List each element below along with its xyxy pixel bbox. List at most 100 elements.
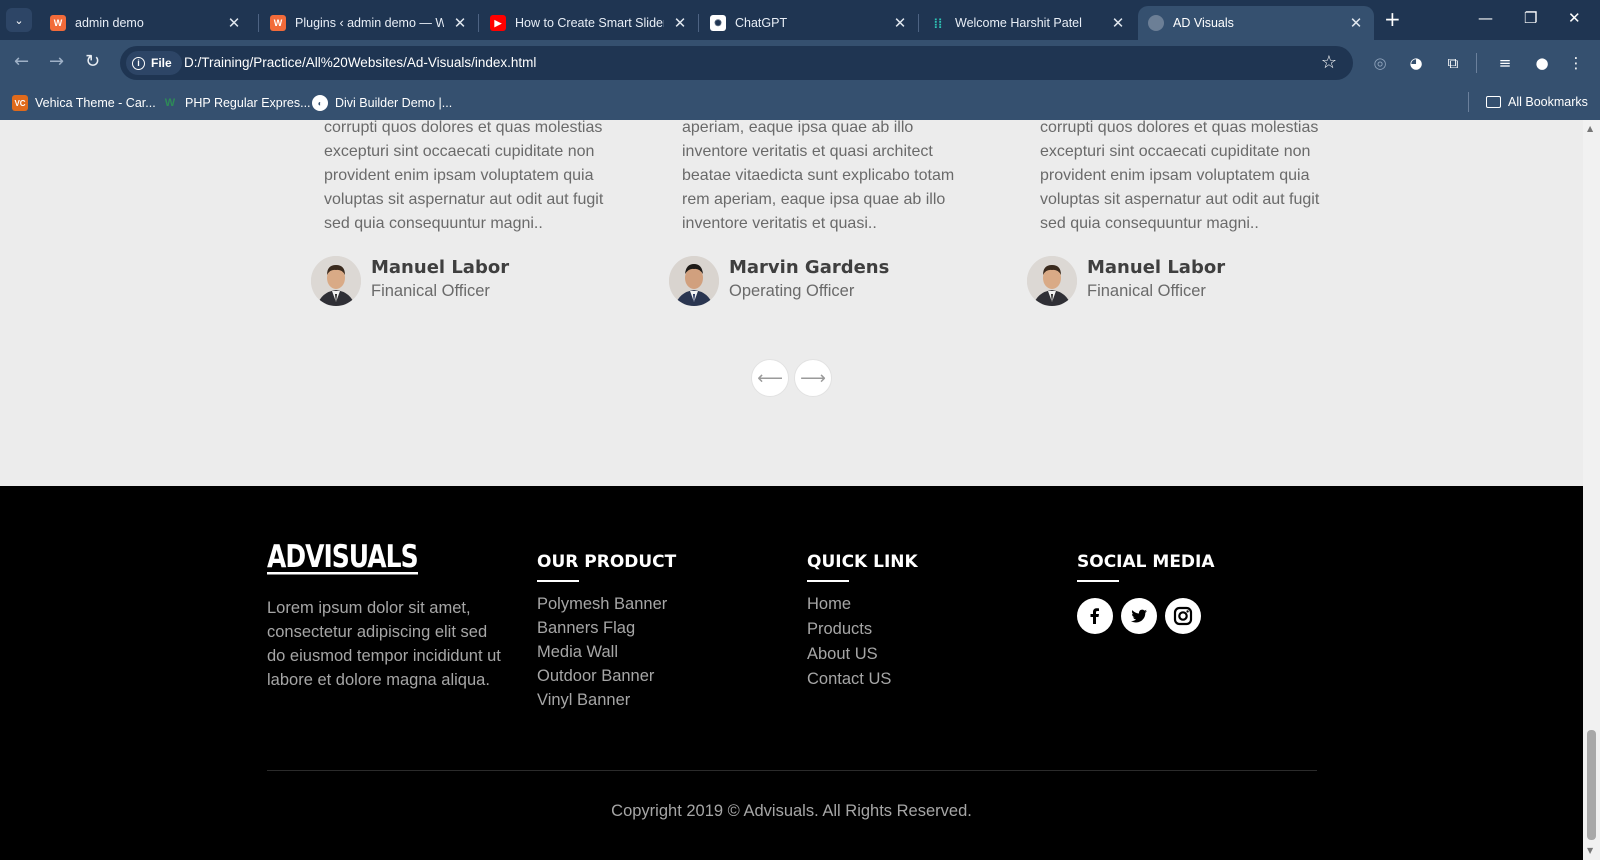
footer-product-link[interactable]: Banners Flag <box>537 616 667 640</box>
site-info-button[interactable]: i File <box>126 51 182 75</box>
testimonial-role: Finanical Officer <box>371 282 490 300</box>
slider-prev-button[interactable]: ⟵ <box>751 359 789 397</box>
extension-logo-icon[interactable]: ◕ <box>1406 53 1426 73</box>
footer-products-list: Polymesh Banner Banners Flag Media Wall … <box>537 592 667 712</box>
tab-divider <box>698 14 699 32</box>
instagram-button[interactable] <box>1165 598 1201 634</box>
media-queue-icon[interactable]: ≡ <box>1495 53 1515 73</box>
footer-product-link[interactable]: Media Wall <box>537 640 667 664</box>
tab-title: admin demo <box>75 16 144 30</box>
footer-about-text: Lorem ipsum dolor sit amet, consectetur … <box>267 599 501 689</box>
bookmark-label: Vehica Theme - Car... <box>35 96 156 110</box>
minimize-button[interactable]: — <box>1478 9 1493 27</box>
page-scrollbar[interactable]: ▲ ▼ <box>1583 120 1600 860</box>
scroll-down-icon[interactable]: ▼ <box>1587 846 1593 855</box>
tab-title: Plugins ‹ admin demo — Wo <box>295 16 444 30</box>
testimonial-role: Operating Officer <box>729 282 855 300</box>
avatar <box>669 256 719 306</box>
bookmark-vehica[interactable]: VC Vehica Theme - Car... <box>12 95 156 111</box>
youtube-icon: ▶ <box>490 15 506 31</box>
footer-quick-link[interactable]: Products <box>807 617 891 642</box>
footer-quick-link[interactable]: About US <box>807 642 891 667</box>
footer-products-title: OUR PRODUCT <box>537 552 677 572</box>
testimonial-name: Marvin Gardens <box>729 257 890 278</box>
tab-divider <box>918 14 919 32</box>
title-underline <box>1077 580 1119 582</box>
avatar <box>1027 256 1077 306</box>
all-bookmarks-button[interactable]: All Bookmarks <box>1486 95 1588 109</box>
testimonial-quote: aperiam, eaque ipsa quae ab illo invento… <box>682 120 955 232</box>
bookmark-php-regex[interactable]: W PHP Regular Expres... <box>162 95 311 111</box>
app-icon: ⁞⁞ <box>933 15 943 31</box>
bookmark-star-icon[interactable]: ☆ <box>1321 52 1337 73</box>
globe-icon <box>1148 15 1164 31</box>
menu-kebab-icon[interactable]: ⋮ <box>1566 53 1586 73</box>
footer-product-link[interactable]: Outdoor Banner <box>537 664 667 688</box>
divi-icon: ◐ <box>312 95 328 111</box>
testimonials-section: corrupti quos dolores et quas molestias … <box>0 120 1583 486</box>
close-icon[interactable]: ✕ <box>892 14 908 32</box>
tab-welcome[interactable]: ⁞⁞ Welcome Harshit Patel ✕ <box>920 6 1136 40</box>
footer-product-link[interactable]: Vinyl Banner <box>537 688 667 712</box>
close-icon[interactable]: ✕ <box>226 14 242 32</box>
tab-title: AD Visuals <box>1173 16 1234 30</box>
arrow-right-icon: ⟶ <box>800 367 826 389</box>
info-icon: i <box>132 56 145 70</box>
browser-toolbar: ← → ↻ i File D:/Training/Practice/All%20… <box>0 40 1600 86</box>
scroll-thumb[interactable] <box>1587 730 1596 840</box>
tab-admin-demo[interactable]: W admin demo ✕ <box>40 6 252 40</box>
restore-button[interactable]: ❐ <box>1524 9 1537 27</box>
footer-product-link[interactable]: Polymesh Banner <box>537 592 667 616</box>
tab-strip: ⌄ W admin demo ✕ W Plugins ‹ admin demo … <box>0 0 1600 40</box>
reload-button[interactable]: ↻ <box>85 53 100 71</box>
tab-chatgpt[interactable]: ✺ ChatGPT ✕ <box>700 6 918 40</box>
profile-avatar-icon[interactable]: ● <box>1532 53 1552 73</box>
forward-button[interactable]: → <box>49 53 64 71</box>
extensions-puzzle-icon[interactable]: ⧉ <box>1443 53 1463 73</box>
footer-quick-link[interactable]: Contact US <box>807 667 891 692</box>
tab-youtube[interactable]: ▶ How to Create Smart Slider i ✕ <box>480 6 698 40</box>
tab-ad-visuals[interactable]: AD Visuals ✕ <box>1138 6 1374 40</box>
close-icon[interactable]: ✕ <box>1348 14 1364 32</box>
bookmark-divi[interactable]: ◐ Divi Builder Demo |... <box>312 95 452 111</box>
arrow-left-icon: ⟵ <box>757 367 783 389</box>
twitter-icon <box>1131 609 1147 623</box>
url-text[interactable]: D:/Training/Practice/All%20Websites/Ad-V… <box>184 55 536 70</box>
tab-plugins[interactable]: W Plugins ‹ admin demo — Wo ✕ <box>260 6 478 40</box>
footer-logo[interactable]: ADVISUALS <box>267 541 419 575</box>
close-icon[interactable]: ✕ <box>672 14 688 32</box>
back-button[interactable]: ← <box>14 53 29 71</box>
scroll-up-icon[interactable]: ▲ <box>1587 124 1593 133</box>
address-bar[interactable]: i File D:/Training/Practice/All%20Websit… <box>120 46 1353 80</box>
close-icon[interactable]: ✕ <box>1110 14 1126 32</box>
footer-quick-link[interactable]: Home <box>807 592 891 617</box>
tab-divider <box>478 14 479 32</box>
tab-title: Welcome Harshit Patel <box>955 16 1082 30</box>
close-icon[interactable]: ✕ <box>452 14 468 32</box>
footer-quick-link-title: QUICK LINK <box>807 552 918 572</box>
bookmark-label: PHP Regular Expres... <box>185 96 311 110</box>
facebook-button[interactable] <box>1077 598 1113 634</box>
slider-next-button[interactable]: ⟶ <box>794 359 832 397</box>
footer-quick-links: Home Products About US Contact US <box>807 592 891 692</box>
footer-divider <box>267 770 1317 771</box>
bookmark-label: Divi Builder Demo |... <box>335 96 453 110</box>
testimonial-role: Finanical Officer <box>1087 282 1206 300</box>
all-bookmarks-label: All Bookmarks <box>1508 95 1588 109</box>
testimonial-quote: corrupti quos dolores et quas molestias … <box>1040 120 1320 232</box>
tab-divider <box>258 14 259 32</box>
instagram-icon <box>1173 606 1193 626</box>
folder-icon <box>1486 96 1501 108</box>
new-tab-button[interactable]: + <box>1384 9 1401 29</box>
toolbar-divider <box>1476 53 1477 73</box>
close-window-button[interactable]: ✕ <box>1568 9 1581 27</box>
testimonial-name: Manuel Labor <box>1087 257 1226 278</box>
compass-icon[interactable]: ◎ <box>1370 53 1390 73</box>
wordpress-icon: W <box>270 15 286 31</box>
twitter-button[interactable] <box>1121 598 1157 634</box>
copyright-text: Copyright 2019 © Advisuals. All Rights R… <box>611 802 972 820</box>
tab-title: How to Create Smart Slider i <box>515 16 664 30</box>
testimonial-name: Manuel Labor <box>371 257 510 278</box>
facebook-icon <box>1090 608 1099 624</box>
tab-search-button[interactable]: ⌄ <box>6 8 32 32</box>
